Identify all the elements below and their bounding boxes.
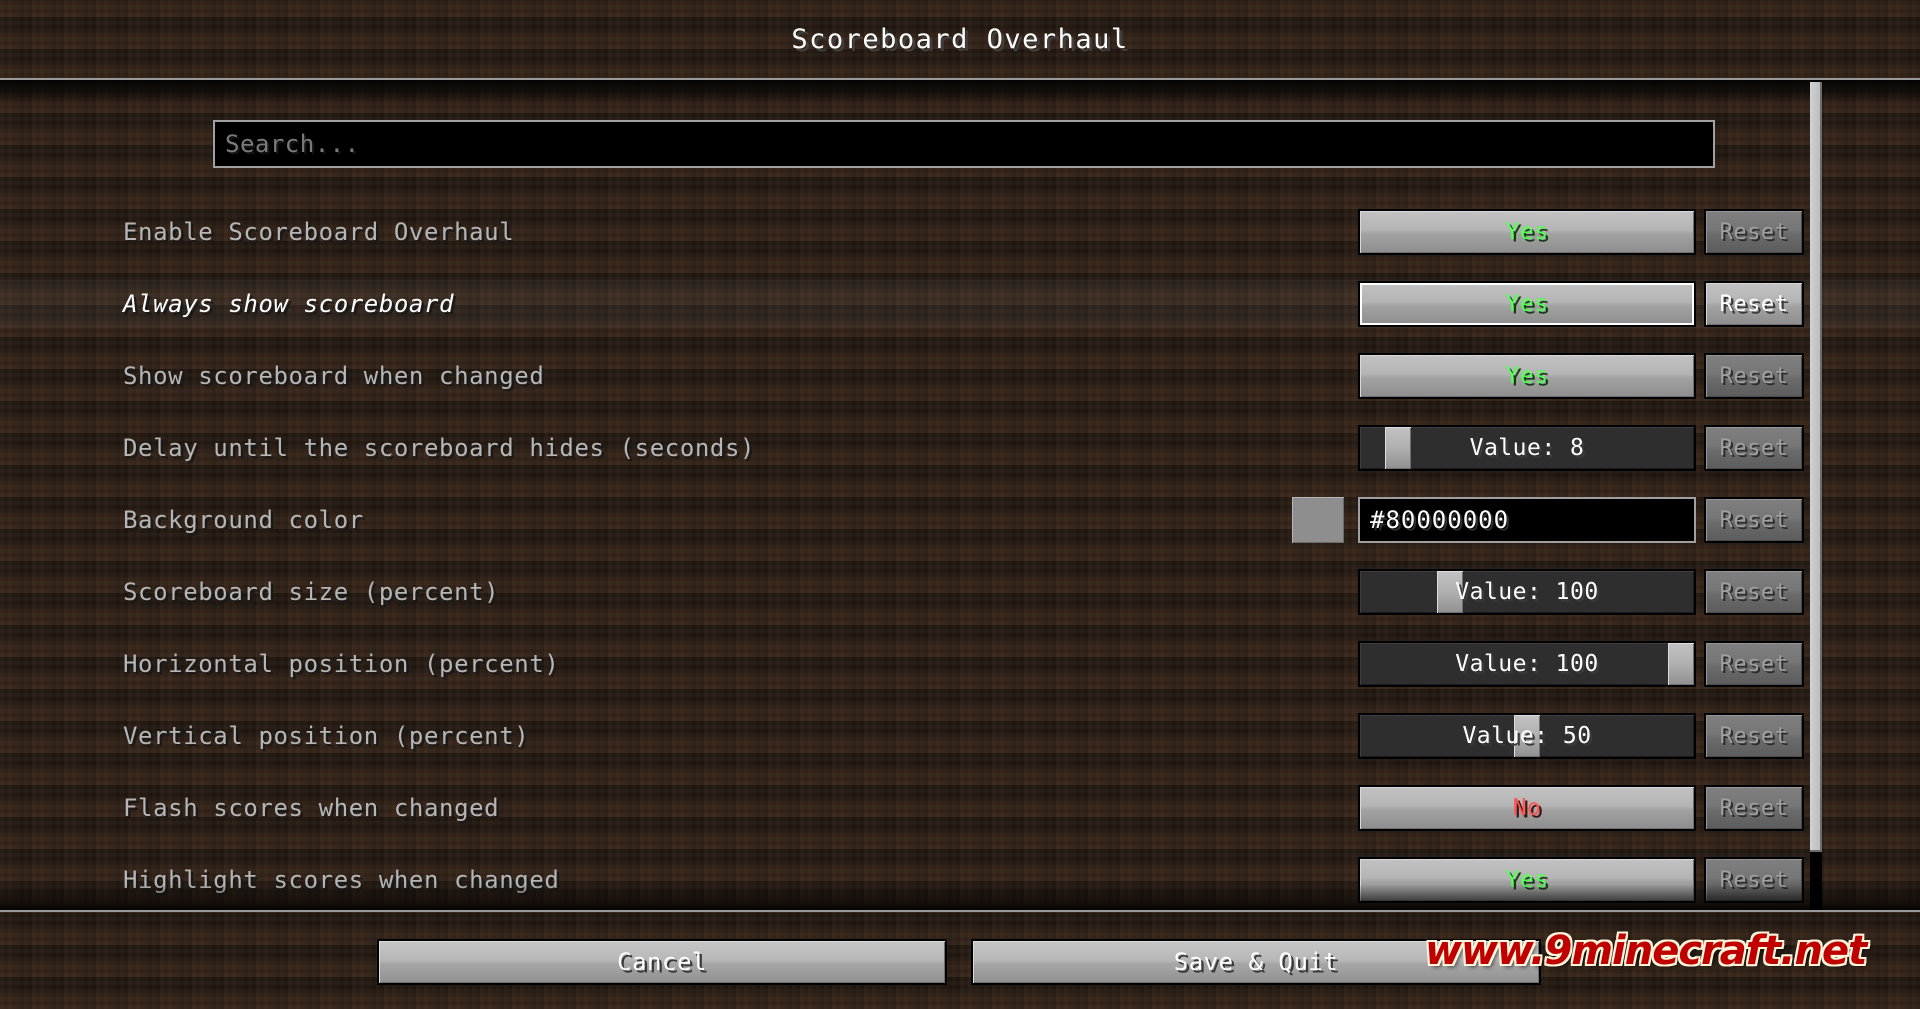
color-preview-swatch bbox=[1292, 497, 1344, 543]
slider-value-text: Value: 100 bbox=[1455, 579, 1599, 605]
option-row: Background color #80000000 Reset bbox=[0, 496, 1920, 544]
option-slider[interactable]: Value: 50 bbox=[1358, 713, 1696, 759]
option-toggle-button[interactable]: Yes bbox=[1358, 857, 1696, 903]
option-reset-button[interactable]: Reset bbox=[1704, 281, 1804, 327]
option-label: Enable Scoreboard Overhaul bbox=[123, 218, 515, 246]
page-title: Scoreboard Overhaul bbox=[791, 23, 1129, 55]
option-toggle-value: Yes bbox=[1505, 867, 1549, 893]
option-slider[interactable]: Value: 8 bbox=[1358, 425, 1696, 471]
option-row: Flash scores when changed No Reset bbox=[0, 784, 1920, 832]
option-label: Show scoreboard when changed bbox=[123, 362, 545, 390]
option-slider[interactable]: Value: 100 bbox=[1358, 569, 1696, 615]
option-label: Scoreboard size (percent) bbox=[123, 578, 500, 606]
search-box[interactable] bbox=[213, 120, 1715, 168]
option-toggle-button[interactable]: Yes bbox=[1358, 281, 1696, 327]
option-reset-button[interactable]: Reset bbox=[1704, 641, 1804, 687]
option-reset-button[interactable]: Reset bbox=[1704, 425, 1804, 471]
option-reset-button[interactable]: Reset bbox=[1704, 497, 1804, 543]
option-reset-button[interactable]: Reset bbox=[1704, 713, 1804, 759]
slider-handle[interactable] bbox=[1668, 643, 1694, 685]
option-label: Horizontal position (percent) bbox=[123, 650, 560, 678]
scrollbar-thumb[interactable] bbox=[1810, 82, 1822, 852]
option-row: Enable Scoreboard Overhaul Yes Reset bbox=[0, 208, 1920, 256]
option-label: Always show scoreboard bbox=[123, 290, 455, 318]
option-row: Highlight scores when changed Yes Reset bbox=[0, 856, 1920, 904]
option-toggle-value: No bbox=[1512, 795, 1542, 821]
option-toggle-button[interactable]: Yes bbox=[1358, 209, 1696, 255]
option-label: Highlight scores when changed bbox=[123, 866, 560, 894]
minecraft-config-screen: Scoreboard Overhaul Enable Scoreboard Ov… bbox=[0, 0, 1920, 1009]
option-row: Show scoreboard when changed Yes Reset bbox=[0, 352, 1920, 400]
option-row: Horizontal position (percent) Value: 100 R… bbox=[0, 640, 1920, 688]
option-reset-button[interactable]: Reset bbox=[1704, 857, 1804, 903]
option-toggle-button[interactable]: Yes bbox=[1358, 353, 1696, 399]
site-watermark: www.9minecraft.net bbox=[1425, 928, 1867, 974]
option-toggle-value: Yes bbox=[1505, 363, 1549, 389]
option-row: Vertical position (percent) Value: 50 Rese… bbox=[0, 712, 1920, 760]
option-reset-button[interactable]: Reset bbox=[1704, 569, 1804, 615]
option-row: Scoreboard size (percent) Value: 100 Reset bbox=[0, 568, 1920, 616]
search-input[interactable] bbox=[225, 130, 1713, 158]
option-toggle-value: Yes bbox=[1505, 291, 1549, 317]
option-reset-button[interactable]: Reset bbox=[1704, 785, 1804, 831]
color-hex-input[interactable]: #80000000 bbox=[1358, 497, 1696, 543]
slider-handle[interactable] bbox=[1385, 427, 1411, 469]
title-bar: Scoreboard Overhaul bbox=[0, 0, 1920, 78]
option-label: Delay until the scoreboard hides (second… bbox=[123, 434, 756, 462]
cancel-button[interactable]: Cancel bbox=[377, 939, 947, 985]
slider-handle[interactable] bbox=[1437, 571, 1463, 613]
option-label: Vertical position (percent) bbox=[123, 722, 530, 750]
option-toggle-value: Yes bbox=[1505, 219, 1549, 245]
options-list: Enable Scoreboard OverhaulYesResetAlways… bbox=[0, 80, 1920, 910]
option-toggle-button[interactable]: No bbox=[1358, 785, 1696, 831]
slider-value-text: Value: 100 bbox=[1455, 651, 1599, 677]
option-slider[interactable]: Value: 100 bbox=[1358, 641, 1696, 687]
slider-handle[interactable] bbox=[1514, 715, 1540, 757]
option-label: Flash scores when changed bbox=[123, 794, 500, 822]
option-reset-button[interactable]: Reset bbox=[1704, 209, 1804, 255]
option-row: Always show scoreboard Yes Reset bbox=[0, 280, 1920, 328]
option-row: Delay until the scoreboard hides (second… bbox=[0, 424, 1920, 472]
option-label: Background color bbox=[123, 506, 364, 534]
option-reset-button[interactable]: Reset bbox=[1704, 353, 1804, 399]
